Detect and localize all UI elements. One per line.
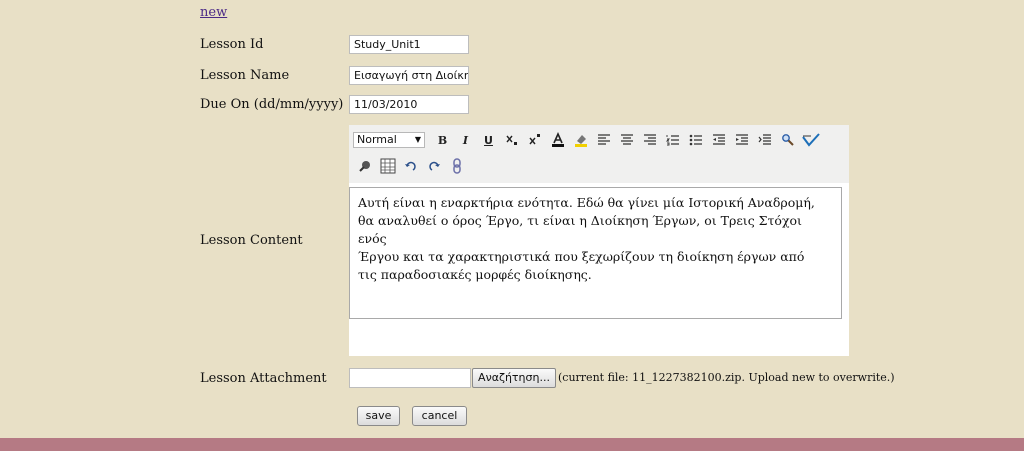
lesson-content-label: Lesson Content xyxy=(200,233,303,248)
redo-icon xyxy=(428,161,440,171)
highlight-button[interactable] xyxy=(572,131,590,149)
indent-button[interactable] xyxy=(733,131,751,149)
increase-indent-button[interactable] xyxy=(756,131,774,149)
undo-button[interactable] xyxy=(402,157,420,175)
bold-button[interactable]: B xyxy=(434,131,452,149)
lesson-attachment-label: Lesson Attachment xyxy=(200,371,327,386)
content-line: Αυτή είναι η εναρκτήρια ενότητα. Εδώ θα … xyxy=(358,195,815,210)
save-button[interactable]: save xyxy=(357,406,400,426)
outdent-button[interactable] xyxy=(710,131,728,149)
table-icon xyxy=(380,158,395,174)
due-on-label: Due On (dd/mm/yyyy) xyxy=(200,97,344,112)
align-left-icon xyxy=(597,134,610,145)
lesson-name-label: Lesson Name xyxy=(200,68,290,83)
lesson-id-input[interactable]: Study_Unit1 xyxy=(349,35,469,54)
chevron-down-icon: ▼ xyxy=(414,135,421,144)
browse-button[interactable]: Αναζήτηση... xyxy=(472,368,556,388)
unordered-list-icon xyxy=(689,134,702,146)
font-color-button[interactable] xyxy=(549,131,567,149)
align-left-button[interactable] xyxy=(595,131,613,149)
cancel-button[interactable]: cancel xyxy=(412,406,467,426)
italic-button[interactable]: I xyxy=(457,131,475,149)
footer-bar xyxy=(0,438,1024,451)
attachment-file-input[interactable] xyxy=(349,368,471,388)
format-select[interactable]: Normal ▼ xyxy=(353,132,425,148)
new-link[interactable]: new xyxy=(200,5,227,20)
rich-text-editor: Normal ▼ B I U Αυτή είναι η εναρκτήρια ε… xyxy=(349,125,849,356)
ordered-list-icon xyxy=(665,135,679,146)
content-line: Έργου και τα χαρακτηριστικά που ξεχωρίζο… xyxy=(358,249,805,264)
outdent-icon xyxy=(712,134,725,145)
lesson-id-label: Lesson Id xyxy=(200,37,264,52)
underline-button[interactable]: U xyxy=(480,131,498,149)
content-line: θα αναλυθεί ο όρος Έργο, τι είναι η Διοί… xyxy=(358,213,802,246)
ordered-list-button[interactable] xyxy=(664,131,682,149)
find-button[interactable] xyxy=(779,131,797,149)
undo-icon xyxy=(404,161,416,171)
spell-check-button[interactable] xyxy=(801,131,820,149)
unordered-list-button[interactable] xyxy=(687,131,705,149)
superscript-button[interactable] xyxy=(526,131,544,149)
highlight-icon xyxy=(574,135,587,147)
indent-icon xyxy=(735,134,748,145)
toolbar-row-1: Normal ▼ B I U xyxy=(353,129,822,151)
redo-button[interactable] xyxy=(425,157,443,175)
lesson-name-input[interactable]: Εισαγωγή στη Διοίκησ xyxy=(349,66,469,85)
subscript-icon xyxy=(505,135,517,145)
align-right-icon xyxy=(643,134,656,145)
search-icon xyxy=(781,134,794,146)
align-center-button[interactable] xyxy=(618,131,636,149)
due-on-input[interactable]: 11/03/2010 xyxy=(349,95,469,114)
format-select-value: Normal xyxy=(357,133,397,146)
toolbar-row-2 xyxy=(353,155,468,177)
blockquote-icon xyxy=(758,134,771,145)
remove-format-button[interactable] xyxy=(356,157,374,175)
current-file-text: (current file: 11_1227382100.zip. Upload… xyxy=(558,371,895,384)
editor-toolbar: Normal ▼ B I U xyxy=(349,125,849,183)
spell-check-icon xyxy=(801,133,820,147)
subscript-button[interactable] xyxy=(503,131,521,149)
font-color-icon xyxy=(551,132,564,147)
lesson-content-textarea[interactable]: Αυτή είναι η εναρκτήρια ενότητα. Εδώ θα … xyxy=(349,187,842,319)
content-line: τις παραδοσιακές μορφές διοίκησης. xyxy=(358,267,592,282)
table-button[interactable] xyxy=(379,157,397,175)
align-center-icon xyxy=(620,134,633,145)
remove-format-icon xyxy=(358,161,370,172)
align-right-button[interactable] xyxy=(641,131,659,149)
link-icon xyxy=(452,158,461,174)
link-button[interactable] xyxy=(448,157,466,175)
superscript-icon xyxy=(528,134,540,145)
